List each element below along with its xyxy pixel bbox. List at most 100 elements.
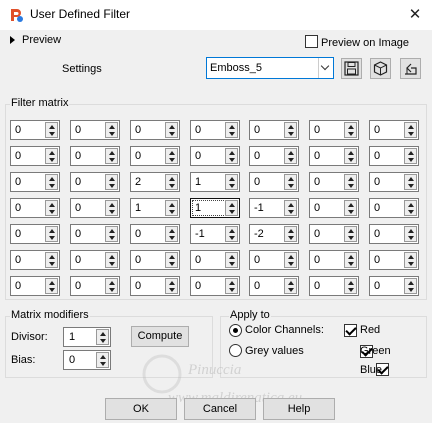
- compute-button[interactable]: Compute: [131, 326, 189, 347]
- matrix-cell-stepper[interactable]: 0: [369, 146, 419, 166]
- spin-arrows-icon[interactable]: [404, 252, 417, 268]
- matrix-cell-stepper[interactable]: 0: [190, 120, 240, 140]
- spin-arrows-icon[interactable]: [96, 329, 109, 345]
- matrix-cell-stepper[interactable]: 0: [369, 250, 419, 270]
- matrix-cell-stepper[interactable]: 0: [70, 276, 120, 296]
- spin-arrows-icon[interactable]: [404, 200, 417, 216]
- spin-arrows-icon[interactable]: [105, 226, 118, 242]
- matrix-cell-stepper[interactable]: 0: [130, 224, 180, 244]
- spin-arrows-icon[interactable]: [165, 252, 178, 268]
- matrix-cell-stepper[interactable]: 0: [190, 250, 240, 270]
- spin-arrows-icon[interactable]: [344, 200, 357, 216]
- spin-arrows-icon[interactable]: [105, 122, 118, 138]
- spin-arrows-icon[interactable]: [344, 148, 357, 164]
- spin-arrows-icon[interactable]: [284, 174, 297, 190]
- matrix-cell-stepper[interactable]: 0: [369, 224, 419, 244]
- spin-arrows-icon[interactable]: [404, 278, 417, 294]
- save-preset-button[interactable]: [341, 58, 362, 79]
- matrix-cell-stepper[interactable]: 1: [190, 198, 240, 218]
- chevron-down-icon[interactable]: [318, 58, 333, 78]
- matrix-cell-stepper[interactable]: 0: [249, 172, 299, 192]
- matrix-cell-stepper[interactable]: 0: [70, 120, 120, 140]
- grey-values-radio[interactable]: [229, 344, 242, 357]
- spin-arrows-icon[interactable]: [284, 200, 297, 216]
- spin-arrows-icon[interactable]: [344, 252, 357, 268]
- preview-expander[interactable]: Preview: [10, 34, 61, 46]
- matrix-cell-stepper[interactable]: 0: [10, 146, 60, 166]
- matrix-cell-stepper[interactable]: 0: [309, 120, 359, 140]
- matrix-cell-stepper[interactable]: 0: [369, 198, 419, 218]
- matrix-cell-stepper[interactable]: 0: [10, 276, 60, 296]
- close-button[interactable]: ✕: [404, 4, 426, 26]
- spin-arrows-icon[interactable]: [225, 122, 238, 138]
- spin-arrows-icon[interactable]: [225, 174, 238, 190]
- spin-arrows-icon[interactable]: [404, 148, 417, 164]
- spin-arrows-icon[interactable]: [225, 252, 238, 268]
- matrix-cell-stepper[interactable]: 0: [309, 146, 359, 166]
- matrix-cell-stepper[interactable]: 0: [10, 198, 60, 218]
- spin-arrows-icon[interactable]: [404, 122, 417, 138]
- matrix-cell-stepper[interactable]: 0: [369, 172, 419, 192]
- matrix-cell-stepper[interactable]: 1: [130, 198, 180, 218]
- divisor-stepper[interactable]: 1: [63, 327, 111, 347]
- matrix-cell-stepper[interactable]: 0: [309, 250, 359, 270]
- spin-arrows-icon[interactable]: [165, 226, 178, 242]
- matrix-cell-stepper[interactable]: -2: [249, 224, 299, 244]
- matrix-cell-stepper[interactable]: 0: [309, 224, 359, 244]
- spin-arrows-icon[interactable]: [284, 278, 297, 294]
- spin-arrows-icon[interactable]: [344, 278, 357, 294]
- reset-button[interactable]: [400, 58, 421, 79]
- matrix-cell-stepper[interactable]: 0: [309, 276, 359, 296]
- bias-stepper[interactable]: 0: [63, 350, 111, 370]
- matrix-cell-stepper[interactable]: 0: [70, 198, 120, 218]
- spin-arrows-icon[interactable]: [225, 226, 238, 242]
- matrix-cell-stepper[interactable]: 0: [70, 172, 120, 192]
- spin-arrows-icon[interactable]: [45, 122, 58, 138]
- spin-arrows-icon[interactable]: [165, 122, 178, 138]
- spin-arrows-icon[interactable]: [45, 278, 58, 294]
- matrix-cell-stepper[interactable]: 0: [369, 276, 419, 296]
- matrix-cell-stepper[interactable]: -1: [190, 224, 240, 244]
- help-button[interactable]: Help: [263, 398, 335, 420]
- spin-arrows-icon[interactable]: [45, 200, 58, 216]
- matrix-cell-stepper[interactable]: 2: [130, 172, 180, 192]
- preview-on-image-box[interactable]: [305, 35, 318, 48]
- spin-arrows-icon[interactable]: [45, 174, 58, 190]
- spin-arrows-icon[interactable]: [284, 226, 297, 242]
- matrix-cell-stepper[interactable]: 0: [249, 146, 299, 166]
- spin-arrows-icon[interactable]: [96, 352, 109, 368]
- red-channel-checkbox[interactable]: [344, 324, 357, 337]
- spin-arrows-icon[interactable]: [45, 226, 58, 242]
- matrix-cell-stepper[interactable]: 0: [309, 198, 359, 218]
- resource-button[interactable]: [370, 58, 391, 79]
- preset-dropdown[interactable]: Emboss_5: [206, 57, 334, 79]
- spin-arrows-icon[interactable]: [45, 148, 58, 164]
- preview-on-image-checkbox[interactable]: Preview on Image: [305, 35, 409, 49]
- cancel-button[interactable]: Cancel: [184, 398, 256, 420]
- spin-arrows-icon[interactable]: [225, 278, 238, 294]
- spin-arrows-icon[interactable]: [105, 174, 118, 190]
- spin-arrows-icon[interactable]: [105, 252, 118, 268]
- matrix-cell-stepper[interactable]: 0: [369, 120, 419, 140]
- color-channels-radio[interactable]: [229, 324, 242, 337]
- spin-arrows-icon[interactable]: [165, 148, 178, 164]
- matrix-cell-stepper[interactable]: 1: [190, 172, 240, 192]
- matrix-cell-stepper[interactable]: 0: [70, 146, 120, 166]
- matrix-cell-stepper[interactable]: 0: [130, 120, 180, 140]
- spin-arrows-icon[interactable]: [165, 174, 178, 190]
- spin-arrows-icon[interactable]: [45, 252, 58, 268]
- spin-arrows-icon[interactable]: [404, 174, 417, 190]
- spin-arrows-icon[interactable]: [284, 122, 297, 138]
- spin-arrows-icon[interactable]: [105, 278, 118, 294]
- spin-arrows-icon[interactable]: [344, 226, 357, 242]
- matrix-cell-stepper[interactable]: 0: [249, 276, 299, 296]
- matrix-cell-stepper[interactable]: 0: [130, 146, 180, 166]
- matrix-cell-stepper[interactable]: 0: [190, 146, 240, 166]
- spin-arrows-icon[interactable]: [165, 278, 178, 294]
- spin-arrows-icon[interactable]: [284, 148, 297, 164]
- matrix-cell-stepper[interactable]: 0: [190, 276, 240, 296]
- matrix-cell-stepper[interactable]: 0: [10, 224, 60, 244]
- matrix-cell-stepper[interactable]: 0: [309, 172, 359, 192]
- spin-arrows-icon[interactable]: [105, 148, 118, 164]
- matrix-cell-stepper[interactable]: 0: [249, 120, 299, 140]
